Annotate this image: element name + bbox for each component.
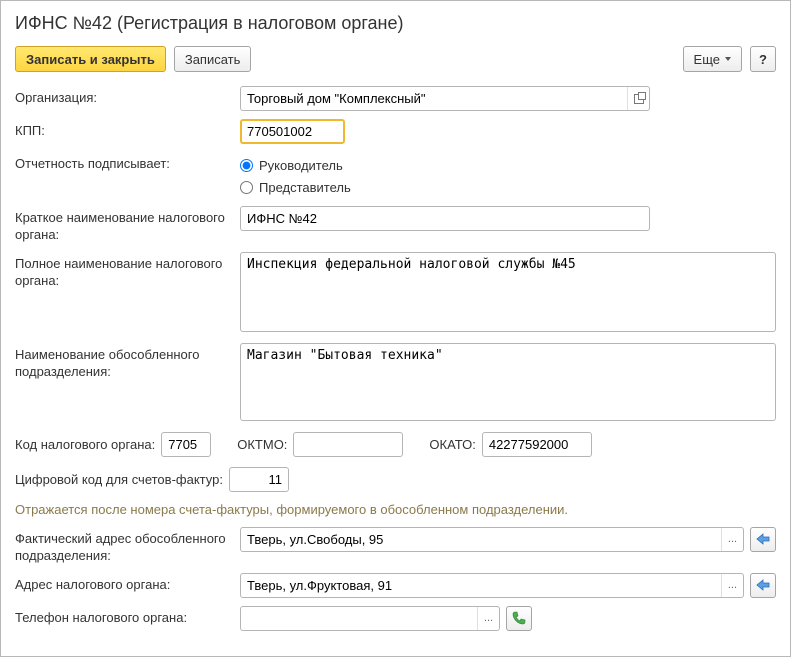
- page-title: ИФНС №42 (Регистрация в налоговом органе…: [15, 13, 776, 34]
- signed-by-label: Отчетность подписывает:: [15, 152, 240, 173]
- full-name-textarea[interactable]: Инспекция федеральной налоговой службы №…: [240, 252, 776, 332]
- tax-address-label: Адрес налогового органа:: [15, 573, 240, 594]
- tax-phone-field[interactable]: ...: [240, 606, 500, 631]
- short-name-label: Краткое наименование налогового органа:: [15, 206, 240, 244]
- actual-address-label: Фактический адрес обособленного подразде…: [15, 527, 240, 565]
- dial-button[interactable]: [506, 606, 532, 631]
- ellipsis-icon[interactable]: ...: [721, 528, 743, 551]
- full-name-label: Полное наименование налогового органа:: [15, 252, 240, 290]
- phone-icon: [512, 611, 526, 625]
- short-name-input[interactable]: [240, 206, 650, 231]
- organization-input[interactable]: [241, 87, 627, 110]
- actual-address-field[interactable]: ...: [240, 527, 744, 552]
- organization-label: Организация:: [15, 86, 240, 107]
- radio-rep-input[interactable]: [240, 181, 253, 194]
- tax-address-field[interactable]: ...: [240, 573, 744, 598]
- radio-head[interactable]: Руководитель: [240, 154, 776, 176]
- kpp-label: КПП:: [15, 119, 240, 140]
- save-button[interactable]: Записать: [174, 46, 252, 72]
- tax-code-label: Код налогового органа:: [15, 437, 155, 452]
- radio-head-label: Руководитель: [259, 158, 343, 173]
- organization-field[interactable]: [240, 86, 650, 111]
- arrow-left-icon: [756, 533, 770, 545]
- tax-address-input[interactable]: [241, 574, 721, 597]
- help-button[interactable]: ?: [750, 46, 776, 72]
- radio-rep[interactable]: Представитель: [240, 176, 776, 198]
- fill-address-button[interactable]: [750, 527, 776, 552]
- ellipsis-icon[interactable]: ...: [721, 574, 743, 597]
- digit-code-label: Цифровой код для счетов-фактур:: [15, 472, 223, 487]
- form-window: ИФНС №42 (Регистрация в налоговом органе…: [0, 0, 791, 657]
- arrow-left-icon: [756, 579, 770, 591]
- tax-phone-label: Телефон налогового органа:: [15, 606, 240, 627]
- radio-head-input[interactable]: [240, 159, 253, 172]
- oktmo-input[interactable]: [293, 432, 403, 457]
- unit-name-label: Наименование обособленного подразделения…: [15, 343, 240, 381]
- okato-label: ОКАТО:: [429, 437, 475, 452]
- tax-code-input[interactable]: [161, 432, 211, 457]
- kpp-input[interactable]: [240, 119, 345, 144]
- digit-code-input[interactable]: [229, 467, 289, 492]
- unit-name-textarea[interactable]: Магазин "Бытовая техника": [240, 343, 776, 421]
- okato-input[interactable]: [482, 432, 592, 457]
- digit-code-hint: Отражается после номера счета-фактуры, ф…: [15, 502, 776, 517]
- expand-icon[interactable]: [627, 87, 649, 110]
- oktmo-label: ОКТМО:: [237, 437, 287, 452]
- tax-phone-input[interactable]: [241, 607, 477, 630]
- actual-address-input[interactable]: [241, 528, 721, 551]
- toolbar: Записать и закрыть Записать Еще ?: [15, 46, 776, 72]
- ellipsis-icon[interactable]: ...: [477, 607, 499, 630]
- signed-by-radio-group: Руководитель Представитель: [240, 152, 776, 198]
- fill-address-button[interactable]: [750, 573, 776, 598]
- save-and-close-button[interactable]: Записать и закрыть: [15, 46, 166, 72]
- radio-rep-label: Представитель: [259, 180, 351, 195]
- more-button[interactable]: Еще: [683, 46, 742, 72]
